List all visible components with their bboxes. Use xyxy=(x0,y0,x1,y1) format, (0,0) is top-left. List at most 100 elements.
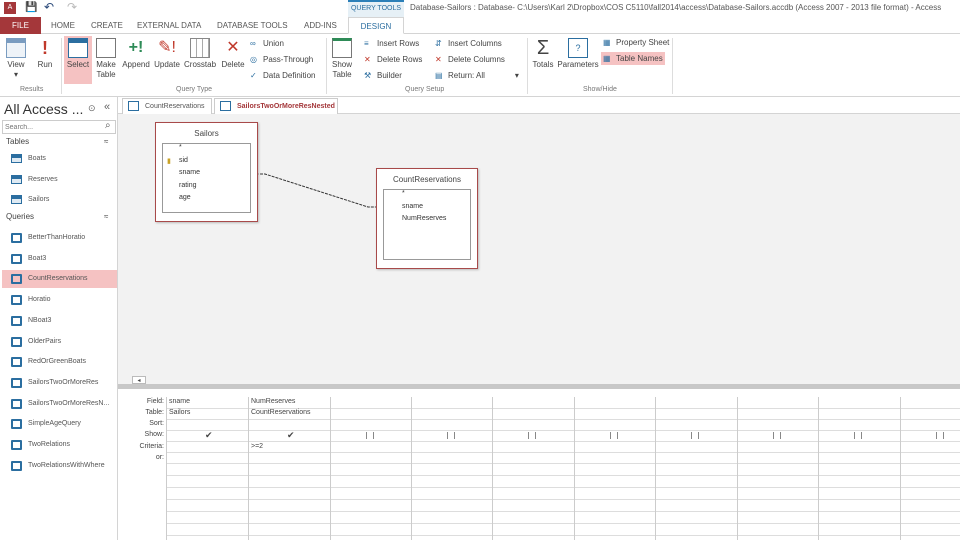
delete-columns-button[interactable]: ✕ Delete Columns xyxy=(435,55,505,64)
grid-row-label: Table: xyxy=(145,409,164,416)
nav-query-item[interactable]: Boat3 xyxy=(2,250,117,268)
grid-column-divider xyxy=(330,397,331,540)
nav-query-item[interactable]: CountReservations xyxy=(2,270,117,289)
parameters-button[interactable]: ? Parameters xyxy=(556,38,600,70)
field-item[interactable]: sname xyxy=(163,169,250,182)
show-checkbox[interactable] xyxy=(936,432,944,439)
show-checkbox[interactable] xyxy=(854,432,862,439)
scroll-left-button[interactable]: ◂ xyxy=(132,376,146,384)
nav-table-sailors[interactable]: Sailors xyxy=(2,191,117,209)
collapse-pane-icon[interactable]: « xyxy=(104,101,110,113)
data-definition-button[interactable]: ✓ Data Definition xyxy=(250,71,315,80)
grid-row-label: Show: xyxy=(144,431,164,438)
field-item[interactable]: * xyxy=(384,190,470,203)
criteria-cell[interactable]: >=2 xyxy=(248,443,263,450)
nav-query-item[interactable]: NBoat3 xyxy=(2,312,117,330)
collapse-group-icon[interactable]: ≈ xyxy=(104,137,108,146)
nav-query-item[interactable]: BetterThanHoratio xyxy=(2,229,117,247)
tables-group-header[interactable]: Tables xyxy=(6,137,29,146)
field-item[interactable]: NumReserves xyxy=(384,215,470,228)
save-icon[interactable]: 💾 xyxy=(25,2,37,13)
table-cell[interactable]: CountReservations xyxy=(248,409,311,416)
show-checkbox[interactable] xyxy=(610,432,618,439)
queries-group-header[interactable]: Queries xyxy=(6,212,34,221)
show-checkbox[interactable] xyxy=(691,432,699,439)
show-checkbox[interactable] xyxy=(528,432,536,439)
return-icon: ▤ xyxy=(435,71,443,81)
tab-file[interactable]: FILE xyxy=(0,17,41,34)
nav-menu-dropdown-icon[interactable]: ⊙ xyxy=(88,103,96,114)
nav-pane-title[interactable]: All Access ... xyxy=(4,101,83,117)
group-query-type-label: Query Type xyxy=(176,86,213,93)
grid-column-divider xyxy=(818,397,819,540)
nav-query-item[interactable]: SailorsTwoOrMoreRes xyxy=(2,374,117,392)
grid-row-label: or: xyxy=(155,454,164,461)
field-item[interactable]: sname xyxy=(384,203,470,216)
show-checkbox[interactable]: ✔ xyxy=(202,430,213,441)
tab-home[interactable]: HOME xyxy=(51,17,75,34)
table-box-sailors[interactable]: Sailors * ▮ sid sname rating age xyxy=(155,122,258,222)
tab-external-data[interactable]: EXTERNAL DATA xyxy=(137,17,201,34)
insert-columns-button[interactable]: ⇵ Insert Columns xyxy=(435,39,502,48)
tab-create[interactable]: CREATE xyxy=(91,17,123,34)
field-cell[interactable]: sname xyxy=(166,398,190,405)
totals-button[interactable]: Σ Totals xyxy=(530,38,556,70)
grid-column-divider xyxy=(655,397,656,540)
crosstab-button[interactable]: Crosstab xyxy=(184,38,216,70)
nav-query-item[interactable]: Horatio xyxy=(2,291,117,309)
show-checkbox[interactable]: ✔ xyxy=(284,430,295,441)
tab-database-tools[interactable]: DATABASE TOOLS xyxy=(217,17,288,34)
select-query-button[interactable]: Select xyxy=(64,36,92,84)
nav-query-item[interactable]: TwoRelations xyxy=(2,436,117,454)
update-button[interactable]: ✎! Update xyxy=(153,38,181,70)
tab-design[interactable]: DESIGN xyxy=(348,17,404,34)
grid-column-divider xyxy=(492,397,493,540)
table-box-countreservations[interactable]: CountReservations * sname NumReserves xyxy=(376,168,478,269)
undo-icon[interactable]: ↶ xyxy=(44,0,54,14)
query-design-pane: Sailors * ▮ sid sname rating age CountRes… xyxy=(118,114,960,384)
show-table-button[interactable]: Show Table xyxy=(330,38,354,80)
query-icon xyxy=(11,398,22,409)
union-button[interactable]: ∞ Union xyxy=(250,39,284,48)
table-names-icon: ▦ xyxy=(603,54,611,64)
view-button[interactable]: View ▾ xyxy=(4,38,28,80)
table-names-button[interactable]: ▦ Table Names xyxy=(601,52,665,66)
run-button[interactable]: ! Run xyxy=(34,38,56,70)
field-cell[interactable]: NumReserves xyxy=(248,398,295,405)
doc-tab-countreservations[interactable]: CountReservations xyxy=(122,98,212,114)
insert-rows-button[interactable]: ≡ Insert Rows xyxy=(364,39,419,48)
divider xyxy=(61,38,62,94)
nav-query-item[interactable]: RedOrGreenBoats xyxy=(2,353,117,371)
nav-table-reserves[interactable]: Reserves xyxy=(2,171,117,189)
grid-row-line xyxy=(166,499,960,500)
nav-search-input[interactable] xyxy=(2,120,116,134)
delete-rows-button[interactable]: ✕ Delete Rows xyxy=(364,55,422,64)
nav-query-item[interactable]: SailorsTwoOrMoreResN... xyxy=(2,395,117,413)
divider xyxy=(326,38,327,94)
builder-button[interactable]: ⚒ Builder xyxy=(364,71,402,80)
collapse-group-icon[interactable]: ≈ xyxy=(104,212,108,221)
tab-add-ins[interactable]: ADD-INS xyxy=(304,17,337,34)
redo-icon[interactable]: ↷ xyxy=(67,0,77,14)
nav-query-item[interactable]: SimpleAgeQuery xyxy=(2,415,117,433)
nav-table-boats[interactable]: Boats xyxy=(2,150,117,168)
property-sheet-button[interactable]: ▦ Property Sheet xyxy=(603,38,669,47)
show-checkbox[interactable] xyxy=(773,432,781,439)
show-checkbox[interactable] xyxy=(366,432,374,439)
field-item[interactable]: age xyxy=(163,194,250,207)
field-item[interactable]: * xyxy=(163,144,250,157)
nav-query-item[interactable]: TwoRelationsWithWhere xyxy=(2,457,117,475)
doc-tab-sailorstwoormoreresnested[interactable]: SailorsTwoOrMoreResNested xyxy=(214,98,338,114)
pass-through-button[interactable]: ◎ Pass-Through xyxy=(250,55,313,64)
delete-query-button[interactable]: ✕ Delete xyxy=(219,38,247,70)
field-item[interactable]: rating xyxy=(163,182,250,195)
show-checkbox[interactable] xyxy=(447,432,455,439)
field-item[interactable]: ▮ sid xyxy=(163,157,250,170)
table-cell[interactable]: Sailors xyxy=(166,409,190,416)
update-icon: ✎! xyxy=(158,39,176,56)
search-icon[interactable]: ⌕ xyxy=(105,120,111,131)
return-dropdown[interactable]: ▤ Return: All ▾ xyxy=(435,71,519,80)
nav-query-item[interactable]: OlderPairs xyxy=(2,333,117,351)
make-table-button[interactable]: Make Table xyxy=(94,38,118,80)
append-button[interactable]: +! Append xyxy=(120,38,152,70)
